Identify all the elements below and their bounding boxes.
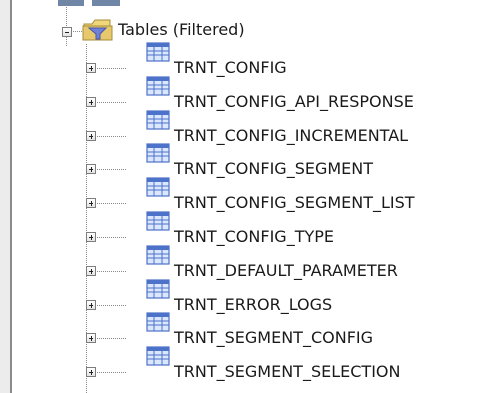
- table-label: TRNT_SEGMENT_SELECTION: [174, 362, 401, 381]
- database-tree: Tables (Filtered) TRNT_CONFIG TRNT_CONFI…: [0, 0, 502, 393]
- table-guide-horizontal: [92, 372, 126, 373]
- table-guide-horizontal: [92, 271, 126, 272]
- expand-table-button[interactable]: [86, 63, 96, 73]
- expand-table-button[interactable]: [86, 333, 96, 343]
- table-icon: [146, 143, 170, 163]
- table-label: TRNT_CONFIG_API_RESPONSE: [174, 92, 414, 111]
- table-icon: [146, 177, 170, 197]
- expand-table-button[interactable]: [86, 198, 96, 208]
- table-label: TRNT_SEGMENT_CONFIG: [174, 328, 374, 347]
- expand-table-button[interactable]: [86, 131, 96, 141]
- table-label: TRNT_CONFIG_SEGMENT_LIST: [174, 193, 415, 212]
- expand-table-button[interactable]: [86, 164, 96, 174]
- table-icon: [146, 346, 170, 366]
- table-label: TRNT_CONFIG_TYPE: [174, 227, 334, 246]
- filtered-folder-icon: [82, 19, 113, 41]
- table-label: TRNT_CONFIG_INCREMENTAL: [174, 126, 409, 145]
- table-list-item[interactable]: TRNT_SEGMENT_SELECTION: [86, 346, 502, 390]
- table-guide-horizontal: [92, 102, 126, 103]
- table-icon: [146, 76, 170, 96]
- table-label: TRNT_CONFIG_SEGMENT: [174, 159, 374, 178]
- table-icon: [146, 42, 170, 62]
- table-guide-horizontal: [92, 338, 126, 339]
- expand-table-button[interactable]: [86, 232, 96, 242]
- table-icon: [146, 211, 170, 231]
- table-guide-horizontal: [92, 136, 126, 137]
- tree-guide-vertical-root: [66, 0, 67, 46]
- table-guide-horizontal: [92, 237, 126, 238]
- expand-table-button[interactable]: [86, 367, 96, 377]
- table-guide-horizontal: [92, 169, 126, 170]
- expand-table-button[interactable]: [86, 97, 96, 107]
- table-icon: [146, 312, 170, 332]
- folder-collapse-button[interactable]: [62, 27, 72, 37]
- table-icon: [146, 110, 170, 130]
- table-guide-horizontal: [92, 203, 126, 204]
- table-label: TRNT_ERROR_LOGS: [174, 295, 333, 314]
- table-guide-horizontal: [92, 305, 126, 306]
- table-label: TRNT_DEFAULT_PARAMETER: [174, 261, 398, 280]
- expand-table-button[interactable]: [86, 266, 96, 276]
- table-guide-horizontal: [92, 68, 126, 69]
- table-icon: [146, 245, 170, 265]
- expand-table-button[interactable]: [86, 300, 96, 310]
- table-icon: [146, 279, 170, 299]
- table-label: TRNT_CONFIG: [174, 58, 287, 77]
- tables-filtered-folder-label[interactable]: Tables (Filtered): [118, 20, 245, 40]
